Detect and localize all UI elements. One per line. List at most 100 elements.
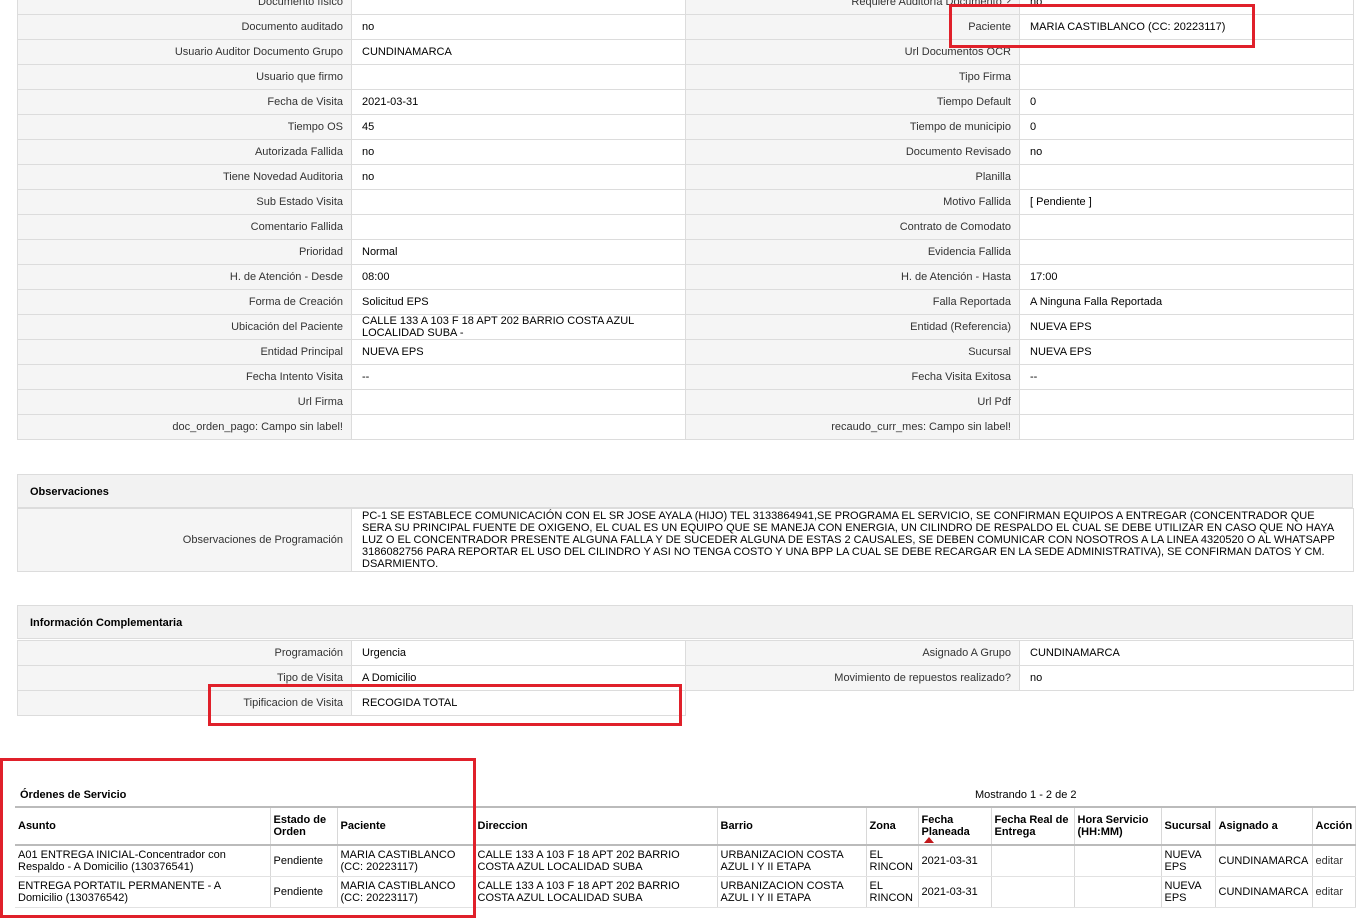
editar-link[interactable]: editar <box>1316 886 1344 898</box>
detail-label: Planilla <box>685 164 1020 190</box>
detail-value: NUEVA EPS <box>351 339 686 365</box>
orden-barrio-cell: URBANIZACION COSTA AZUL I Y II ETAPA <box>717 876 867 908</box>
orden-asunto-cell: ENTREGA PORTATIL PERMANENTE - A Domicili… <box>15 876 271 908</box>
orden-asunto-cell: A01 ENTREGA INICIAL-Concentrador con Res… <box>15 845 271 877</box>
orden-row: A01 ENTREGA INICIAL-Concentrador con Res… <box>15 845 1356 877</box>
detail-value: CUNDINAMARCA <box>351 39 686 65</box>
col-paciente[interactable]: Paciente <box>337 806 475 846</box>
detail-label: Requiere Auditoría Documento ? <box>685 0 1020 15</box>
orden-asignado-cell: CUNDINAMARCA <box>1215 876 1313 908</box>
detail-row: Entidad Principal NUEVA EPS Sucursal NUEVA … <box>17 339 1354 365</box>
detail-row: Ubicación del Paciente CALLE 133 A 103 F … <box>17 314 1354 340</box>
complementaria-value: no <box>1019 665 1354 691</box>
detail-label: Contrato de Comodato <box>685 214 1020 240</box>
detail-row: Fecha de Visita 2021-03-31 Tiempo Default 0 <box>17 89 1354 115</box>
detail-value: 2021-03-31 <box>351 89 686 115</box>
detail-label: Sucursal <box>685 339 1020 365</box>
detail-value: 0 <box>1019 89 1354 115</box>
detail-value <box>351 64 686 90</box>
detail-label: Fecha Visita Exitosa <box>685 364 1020 390</box>
detail-row: H. de Atención - Desde 08:00 H. de Atenció… <box>17 264 1354 290</box>
visit-details-table: Documento físico Requiere Auditoría Docum… <box>17 0 1354 440</box>
col-estado[interactable]: Estado de Orden <box>270 806 338 846</box>
detail-label: Url Pdf <box>685 389 1020 415</box>
detail-value <box>351 414 686 440</box>
complementaria-header: Información Complementaria <box>17 605 1353 639</box>
orden-fecha-real-cell <box>991 845 1075 877</box>
detail-label: Entidad Principal <box>17 339 352 365</box>
complementaria-value: CUNDINAMARCA <box>1019 640 1354 666</box>
col-barrio[interactable]: Barrio <box>717 806 867 846</box>
detail-row: Tiene Novedad Auditoria no Planilla <box>17 164 1354 190</box>
detail-label: Comentario Fallida <box>17 214 352 240</box>
detail-label: Usuario que firmo <box>17 64 352 90</box>
detail-value: no <box>1019 0 1354 15</box>
detail-row: Usuario Auditor Documento Grupo CUNDINAMA… <box>17 39 1354 65</box>
detail-value <box>1019 414 1354 440</box>
complementaria-label: Asignado A Grupo <box>685 640 1020 666</box>
detail-label: Paciente <box>685 14 1020 40</box>
detail-label: Url Documentos OCR <box>685 39 1020 65</box>
orden-fecha-planeada-cell: 2021-03-31 <box>918 845 992 877</box>
ordenes-table: Asunto Estado de Orden Paciente Direccio… <box>15 806 1356 908</box>
col-zona[interactable]: Zona <box>866 806 919 846</box>
orden-asignado-cell: CUNDINAMARCA <box>1215 845 1313 877</box>
detail-value: Solicitud EPS <box>351 289 686 315</box>
detail-label: recaudo_curr_mes: Campo sin label! <box>685 414 1020 440</box>
orden-zona-cell: EL RINCON <box>866 845 919 877</box>
detail-label: Motivo Fallida <box>685 189 1020 215</box>
detail-row: Autorizada Fallida no Documento Revisado no <box>17 139 1354 165</box>
detail-label: doc_orden_pago: Campo sin label! <box>17 414 352 440</box>
detail-label: Documento Revisado <box>685 139 1020 165</box>
detail-value: 08:00 <box>351 264 686 290</box>
detail-value <box>351 189 686 215</box>
detail-value: NUEVA EPS <box>1019 314 1354 340</box>
detail-value: 17:00 <box>1019 264 1354 290</box>
col-sucursal[interactable]: Sucursal <box>1161 806 1216 846</box>
detail-label: Forma de Creación <box>17 289 352 315</box>
detail-label: Tiempo de municipio <box>685 114 1020 140</box>
complementaria-value: A Domicilio <box>351 665 686 691</box>
orden-accion-cell: editar <box>1312 876 1356 908</box>
detail-value: no <box>351 14 686 40</box>
col-fecha-real[interactable]: Fecha Real de Entrega <box>991 806 1075 846</box>
observaciones-table: Observaciones de Programación PC-1 SE ES… <box>17 508 1354 572</box>
detail-value: [ Pendiente ] <box>1019 189 1354 215</box>
orden-row: ENTREGA PORTATIL PERMANENTE - A Domicili… <box>15 876 1356 908</box>
detail-value <box>1019 214 1354 240</box>
orden-estado-cell: Pendiente <box>270 845 338 877</box>
detail-row: Sub Estado Visita Motivo Fallida[ Pendien… <box>17 189 1354 215</box>
col-fecha-planeada[interactable]: Fecha Planeada <box>918 806 992 846</box>
detail-label: Tiene Novedad Auditoria <box>17 164 352 190</box>
ordenes-title: Órdenes de Servicio <box>20 789 127 801</box>
detail-label: Tiempo Default <box>685 89 1020 115</box>
orden-direccion-cell: CALLE 133 A 103 F 18 APT 202 BARRIO COST… <box>474 876 718 908</box>
detail-label: H. de Atención - Hasta <box>685 264 1020 290</box>
detail-row: Comentario Fallida Contrato de Comodato <box>17 214 1354 240</box>
col-asignado[interactable]: Asignado a <box>1215 806 1313 846</box>
col-hora[interactable]: Hora Servicio (HH:MM) <box>1074 806 1162 846</box>
detail-value: A Ninguna Falla Reportada <box>1019 289 1354 315</box>
orden-paciente-cell: MARIA CASTIBLANCO (CC: 20223117) <box>337 876 475 908</box>
editar-link[interactable]: editar <box>1316 855 1344 867</box>
empty-cell <box>685 690 1020 716</box>
detail-value <box>1019 389 1354 415</box>
col-direccion[interactable]: Direccion <box>474 806 718 846</box>
col-asunto[interactable]: Asunto <box>15 806 271 846</box>
detail-label: Evidencia Fallida <box>685 239 1020 265</box>
detail-label: Entidad (Referencia) <box>685 314 1020 340</box>
detail-row: Forma de Creación Solicitud EPS Falla Repo… <box>17 289 1354 315</box>
detail-value <box>351 0 686 15</box>
detail-value: CALLE 133 A 103 F 18 APT 202 BARRIO COST… <box>351 314 686 340</box>
observaciones-header: Observaciones <box>17 474 1353 508</box>
pagination-info: Mostrando 1 - 2 de 2 <box>975 789 1077 801</box>
detail-label: Fecha de Visita <box>17 89 352 115</box>
complementaria-label: Programación <box>17 640 352 666</box>
orden-direccion-cell: CALLE 133 A 103 F 18 APT 202 BARRIO COST… <box>474 845 718 877</box>
detail-row: Documento auditado no Paciente MARIA CASTIB… <box>17 14 1354 40</box>
empty-cell <box>1019 690 1354 716</box>
detail-label: Tiempo OS <box>17 114 352 140</box>
detail-row: Prioridad Normal Evidencia Fallida <box>17 239 1354 265</box>
detail-value <box>1019 64 1354 90</box>
detail-value: -- <box>351 364 686 390</box>
